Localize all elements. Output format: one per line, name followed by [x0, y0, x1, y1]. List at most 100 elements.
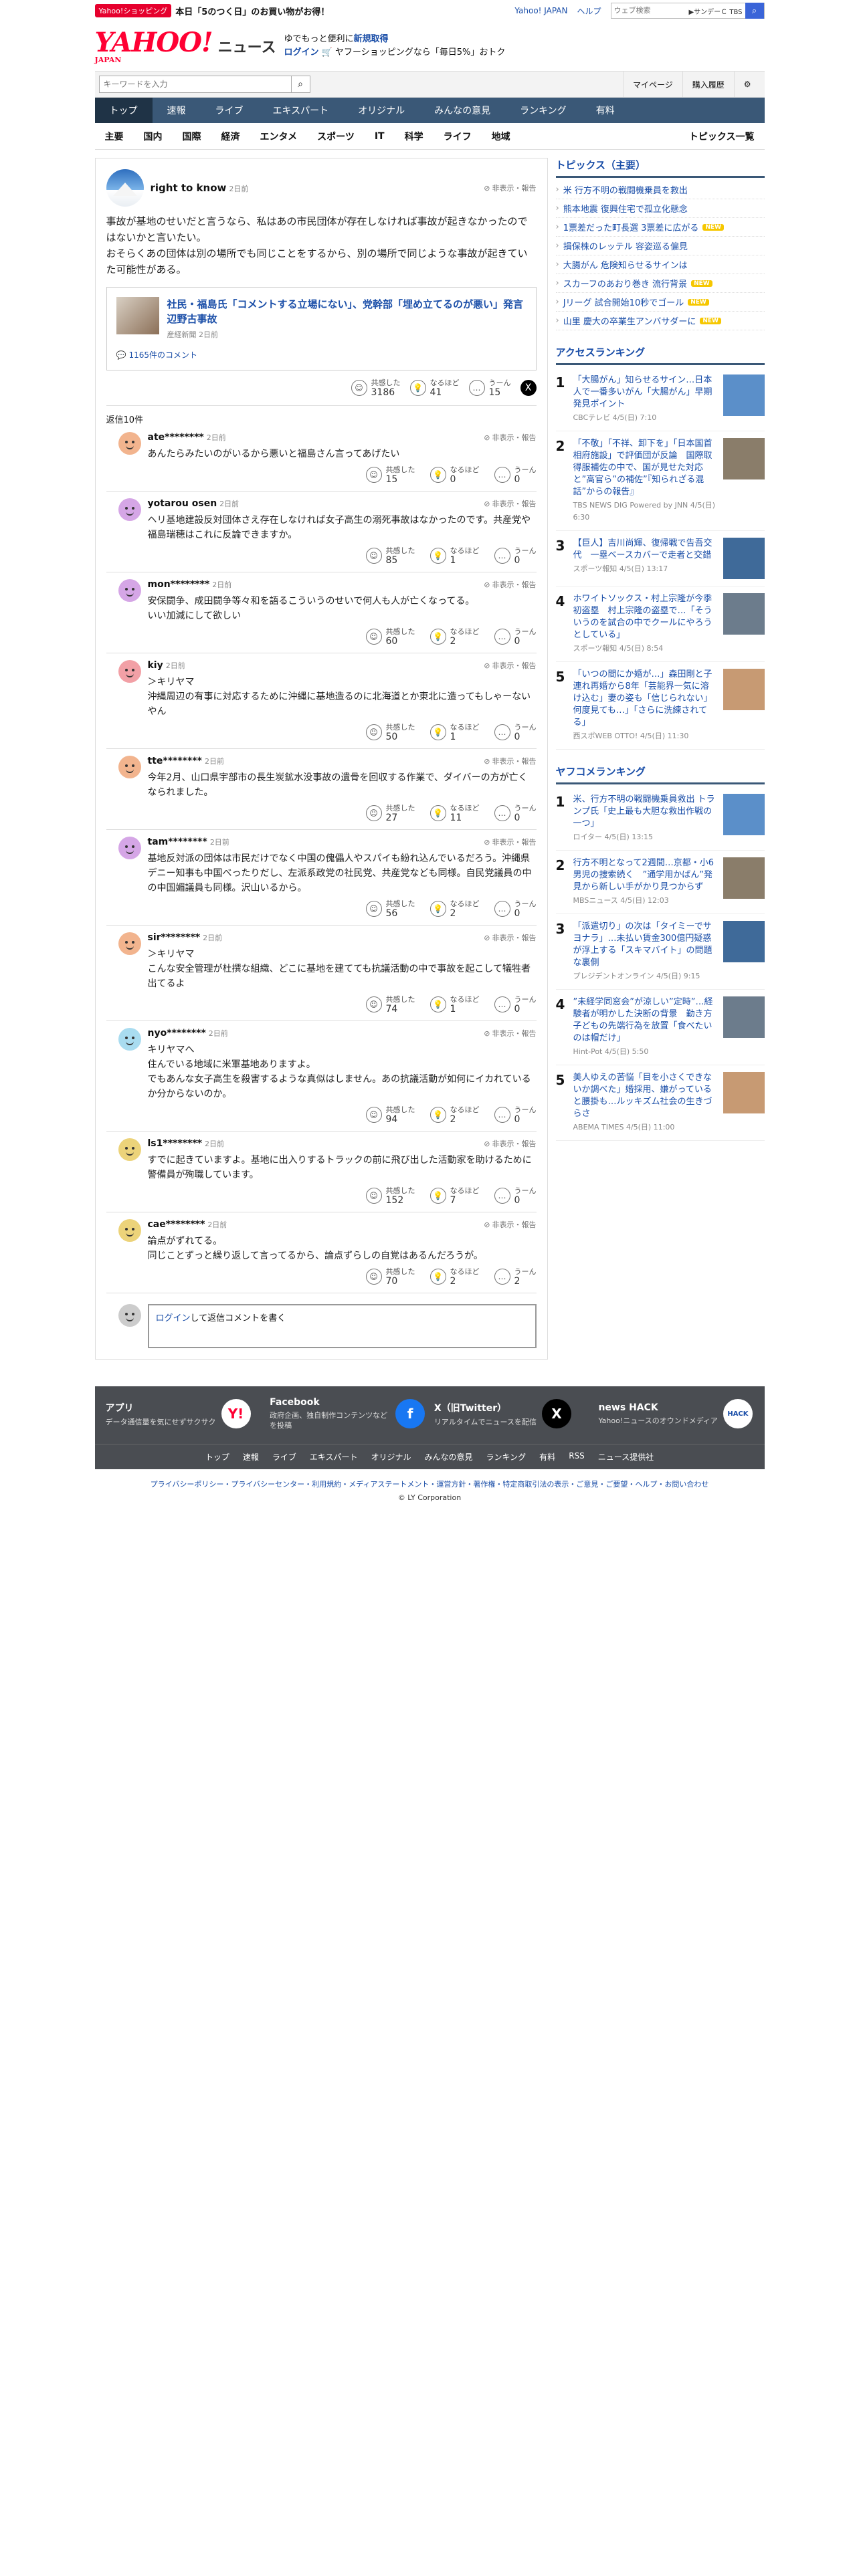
reply-user-name[interactable]: mon********	[148, 579, 210, 590]
subnav-item[interactable]: 経済	[211, 130, 250, 143]
footer-link[interactable]: 速報	[243, 1451, 259, 1463]
reply-user-name[interactable]: nyo********	[148, 1028, 206, 1039]
hide-report-menu[interactable]: ⊘ 非表示・報告	[484, 1138, 536, 1149]
reaction-button[interactable]: ☺ 共感した 15	[365, 465, 415, 484]
ranking-item[interactable]: 2 行方不明となって2週間…京都・小6男児の捜索続く ”通学用かばん”発見から新し…	[555, 851, 765, 914]
subnav-item[interactable]: ライフ	[434, 130, 482, 143]
purchase-history-link[interactable]: 購入履歴	[682, 71, 734, 98]
reaction-button[interactable]: 💡 なるほど 1	[430, 546, 480, 565]
topic-item[interactable]: 1票差だった町長選 3票差に広がるNEW	[555, 218, 765, 237]
topics-list-link[interactable]: トピックス一覧	[679, 130, 765, 143]
reply-avatar[interactable]	[118, 432, 141, 455]
topic-item[interactable]: Jリーグ 試合開始10秒でゴールNEW	[555, 293, 765, 312]
topic-item[interactable]: 米 行方不明の戦闘機乗員を救出	[555, 181, 765, 199]
footer-link[interactable]: オリジナル	[371, 1451, 411, 1463]
footer-link[interactable]: ライブ	[272, 1451, 296, 1463]
reaction-button[interactable]: … うーん 15	[468, 379, 511, 397]
reaction-button[interactable]: 💡 なるほど 1	[430, 995, 480, 1014]
post-user-name[interactable]: right to know	[151, 182, 227, 194]
reaction-button[interactable]: … うーん 0	[494, 627, 537, 646]
subnav-item[interactable]: 国際	[173, 130, 211, 143]
reply-user-name[interactable]: sir********	[148, 932, 201, 943]
reaction-button[interactable]: ☺ 共感した 74	[365, 995, 415, 1014]
hide-report-menu[interactable]: ⊘ 非表示・報告	[484, 932, 536, 943]
reaction-button[interactable]: … うーん 0	[494, 723, 537, 742]
ranking-item[interactable]: 3 「派遣切り」の次は「タイミーでサヨナラ」…未払い賃金300億円疑惑が浮上する「…	[555, 914, 765, 990]
gnav-tab[interactable]: ライブ	[201, 98, 258, 123]
ranking-item[interactable]: 5 美人ゆえの苦悩「目を小さくできないか調べた」婚採用、嫌がっていると腰掛も…ルッ…	[555, 1065, 765, 1141]
ranking-item[interactable]: 1 米、行方不明の戦闘機乗員救出 トランプ氏「史上最も大胆な救出作戦の一つ」 ロイタ…	[555, 787, 765, 851]
reaction-button[interactable]: … うーん 2	[494, 1267, 537, 1286]
gnav-tab[interactable]: ランキング	[505, 98, 581, 123]
footer-link[interactable]: ニュース提供社	[598, 1451, 654, 1463]
reaction-button[interactable]: ☺ 共感した 60	[365, 627, 415, 646]
reply-input[interactable]: ログインして返信コメントを書く	[147, 1304, 537, 1348]
reaction-button[interactable]: … うーん 0	[494, 1186, 537, 1205]
ranking-title[interactable]: ”未経学同窓会”が涼しい”定時”…経験者が明かした決断の背景 勤き方子どもの先端…	[573, 996, 718, 1045]
ranking-item[interactable]: 5 「いつの間にか婚が…」森田剛と子連れ再婚から8年「芸能界一気に溶け込む」妻の姿…	[555, 662, 765, 750]
reply-avatar[interactable]	[118, 756, 141, 778]
reaction-button[interactable]: … うーん 0	[494, 465, 537, 484]
reaction-button[interactable]: 💡 なるほど 2	[430, 627, 480, 646]
reaction-button[interactable]: … うーん 0	[494, 804, 537, 823]
hide-report-menu[interactable]: ⊘ 非表示・報告	[484, 1219, 536, 1230]
footer-item[interactable]: Facebook 政府企画、独自制作コンテンツなどを投稿 f	[270, 1397, 425, 1430]
footer-item-title[interactable]: アプリ	[106, 1401, 216, 1414]
reply-avatar[interactable]	[118, 1028, 141, 1051]
topic-item[interactable]: 大腸がん 危険知らせるサインは	[555, 255, 765, 274]
search-icon[interactable]: ⌕	[290, 76, 310, 92]
reaction-button[interactable]: 💡 なるほど 41	[409, 379, 460, 397]
gnav-tab[interactable]: みんなの意見	[419, 98, 505, 123]
reply-avatar[interactable]	[118, 579, 141, 602]
ranking-item[interactable]: 1 「大腸がん」知らせるサイン…日本人で一番多いがん「大腸がん」早期発見ポイント C…	[555, 368, 765, 431]
footer-link[interactable]: RSS	[569, 1451, 585, 1463]
reaction-button[interactable]: ☺ 共感した 50	[365, 723, 415, 742]
x-share-icon[interactable]: X	[520, 380, 537, 396]
subnav-item[interactable]: 国内	[134, 130, 173, 143]
promo-text[interactable]: 本日「5のつく日」のお買い物がお得！	[175, 5, 329, 17]
reaction-button[interactable]: 💡 なるほど 2	[430, 1267, 480, 1286]
reaction-button[interactable]: ☺ 共感した 3186	[351, 379, 401, 397]
reaction-button[interactable]: ☺ 共感した 27	[365, 804, 415, 823]
footer-item[interactable]: アプリ データ通信量を気にせずサクサク Y!	[106, 1397, 261, 1430]
reaction-button[interactable]: … うーん 0	[494, 1105, 537, 1124]
hide-report-menu[interactable]: ⊘ 非表示・報告	[484, 432, 536, 443]
reaction-button[interactable]: … うーん 0	[494, 995, 537, 1014]
ranking-title[interactable]: 行方不明となって2週間…京都・小6男児の捜索続く ”通学用かばん”発見から新しい…	[573, 857, 718, 893]
topics-title[interactable]: トピックス（主要）	[555, 158, 765, 178]
gnav-tab[interactable]: オリジナル	[343, 98, 419, 123]
reply-user-name[interactable]: ate********	[148, 432, 204, 443]
news-logo[interactable]: ニュース	[218, 35, 276, 57]
yafuko-ranking-title[interactable]: ヤフコメランキング	[555, 764, 765, 784]
hide-report-menu[interactable]: ⊘ 非表示・報告	[484, 1028, 536, 1039]
register-link[interactable]: 新規取得	[354, 34, 389, 44]
topic-item[interactable]: 山里 慶大の卒業生アンバサダーにNEW	[555, 312, 765, 330]
yahoo-japan-link[interactable]: Yahoo! JAPAN	[514, 6, 567, 15]
topic-item[interactable]: 損保株のレッテル 容姿巡る偏見	[555, 237, 765, 255]
reply-avatar[interactable]	[118, 1138, 141, 1161]
mypage-link[interactable]: マイページ	[622, 71, 682, 98]
ranking-title[interactable]: 「不敬」「不祥、卸下を」「日本国首相府施設」で評価団が反論 国際取得服補佐の中で…	[573, 438, 718, 498]
footer-link[interactable]: トップ	[205, 1451, 229, 1463]
subnav-item[interactable]: エンタメ	[250, 130, 308, 143]
subnav-item[interactable]: 主要	[95, 130, 134, 143]
ranking-item[interactable]: 4 ”未経学同窓会”が涼しい”定時”…経験者が明かした決断の背景 勤き方子どもの先…	[555, 990, 765, 1065]
shopping-promo[interactable]: Yahoo!ショッピング 本日「5のつく日」のお買い物がお得！	[94, 4, 329, 17]
reaction-button[interactable]: ☺ 共感した 70	[365, 1267, 415, 1286]
hide-report-menu[interactable]: ⊘ 非表示・報告	[484, 183, 536, 193]
user-avatar[interactable]	[106, 169, 144, 207]
reply-avatar[interactable]	[118, 660, 141, 683]
gnav-tab[interactable]: 有料	[581, 98, 630, 123]
footer-item[interactable]: news HACK Yahoo!ニュースのオウンドメディア HACK	[598, 1397, 753, 1430]
footer-link[interactable]: 有料	[539, 1451, 555, 1463]
yahoo-logo[interactable]: YAHOO! JAPAN	[95, 29, 213, 64]
ranking-title[interactable]: 「いつの間にか婚が…」森田剛と子連れ再婚から8年「芸能界一気に溶け込む」妻の姿も…	[573, 669, 718, 729]
reply-avatar[interactable]	[118, 932, 141, 955]
gnav-tab[interactable]: 速報	[153, 98, 201, 123]
article-title[interactable]: 社民・福島氏「コメントする立場にない」、党幹部「埋め立てるのが悪い」発言 辺野古…	[167, 297, 534, 326]
footer-item-title[interactable]: news HACK	[598, 1402, 717, 1413]
reply-avatar[interactable]	[118, 1219, 141, 1242]
hide-report-menu[interactable]: ⊘ 非表示・報告	[484, 579, 536, 590]
reply-user-name[interactable]: yotarou osen	[148, 498, 217, 509]
reaction-button[interactable]: 💡 なるほど 7	[430, 1186, 480, 1205]
